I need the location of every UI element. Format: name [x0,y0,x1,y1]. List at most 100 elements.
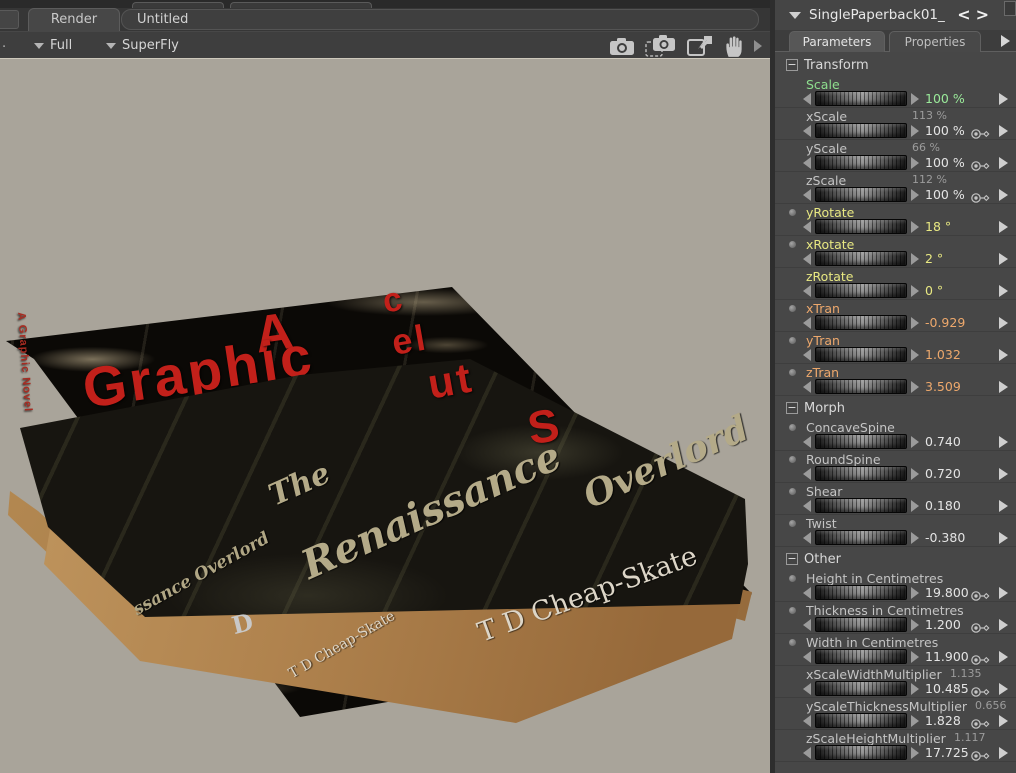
collapse-section-button[interactable]: − [786,59,798,71]
param-value[interactable]: 0.740 [925,434,961,449]
dial-drum[interactable] [815,585,907,600]
animation-dot-indicator[interactable] [789,241,796,248]
dial-increment-arrow[interactable] [911,349,919,361]
renderer-dropdown[interactable]: SuperFly [106,32,179,59]
dial-drum[interactable] [815,434,907,449]
tab-parameters[interactable]: Parameters [789,31,885,52]
dial-increment-arrow[interactable] [911,532,919,544]
param-value[interactable]: 17.725 [925,745,969,760]
dial-increment-arrow[interactable] [911,619,919,631]
param-menu-arrow[interactable] [999,317,1008,329]
dial-increment-arrow[interactable] [911,747,919,759]
param-menu-arrow[interactable] [999,285,1008,297]
dial-decrement-arrow[interactable] [803,381,811,393]
param-menu-arrow[interactable] [999,715,1008,727]
dial-decrement-arrow[interactable] [803,189,811,201]
toolbar-overflow-arrow-icon[interactable] [754,40,762,52]
param-value[interactable]: 10.485 [925,681,969,696]
param-menu-arrow[interactable] [999,253,1008,265]
animation-dot-indicator[interactable] [789,369,796,376]
dial-increment-arrow[interactable] [911,651,919,663]
animation-dot-indicator[interactable] [789,607,796,614]
dial-increment-arrow[interactable] [911,587,919,599]
param-menu-arrow[interactable] [999,436,1008,448]
param-value[interactable]: 11.900 [925,649,969,664]
display-mode-dropdown[interactable]: Full [34,32,72,59]
param-menu-arrow[interactable] [999,189,1008,201]
dial-decrement-arrow[interactable] [803,285,811,297]
param-value[interactable]: 100 % [925,155,965,170]
collapse-section-button[interactable]: − [786,553,798,565]
pan-hand-icon[interactable] [723,34,745,58]
param-value[interactable]: 100 % [925,187,965,202]
dial-decrement-arrow[interactable] [803,651,811,663]
param-menu-arrow[interactable] [999,349,1008,361]
animation-dot-indicator[interactable] [789,305,796,312]
key-link-icon[interactable] [970,747,992,766]
dial-decrement-arrow[interactable] [803,317,811,329]
dial-drum[interactable] [815,713,907,728]
tab-render[interactable]: Render [28,8,120,31]
param-value[interactable]: 1.032 [925,347,961,362]
dial-decrement-arrow[interactable] [803,157,811,169]
dial-decrement-arrow[interactable] [803,532,811,544]
param-value[interactable]: 1.200 [925,617,961,632]
param-value[interactable]: 100 % [925,123,965,138]
dial-increment-arrow[interactable] [911,253,919,265]
param-value[interactable]: 1.828 [925,713,961,728]
param-menu-arrow[interactable] [999,221,1008,233]
dial-increment-arrow[interactable] [911,93,919,105]
dial-drum[interactable] [815,617,907,632]
param-value[interactable]: -0.929 [925,315,965,330]
panel-tabs-overflow-arrow-icon[interactable] [1001,35,1010,47]
left-tab-stub[interactable] [0,10,19,29]
dial-decrement-arrow[interactable] [803,349,811,361]
animation-dot-indicator[interactable] [789,337,796,344]
param-menu-arrow[interactable] [999,500,1008,512]
dial-drum[interactable] [815,466,907,481]
animation-dot-indicator[interactable] [789,456,796,463]
animation-dot-indicator[interactable] [789,209,796,216]
panel-corner-partial-button[interactable] [1004,1,1016,16]
dial-decrement-arrow[interactable] [803,253,811,265]
dial-drum[interactable] [815,379,907,394]
param-menu-arrow[interactable] [999,381,1008,393]
dial-drum[interactable] [815,123,907,138]
dial-decrement-arrow[interactable] [803,221,811,233]
dial-decrement-arrow[interactable] [803,468,811,480]
animation-dot-indicator[interactable] [789,575,796,582]
selected-object-title[interactable]: SinglePaperback01_ [809,7,945,23]
param-menu-arrow[interactable] [999,125,1008,137]
area-render-camera-icon[interactable] [645,34,677,58]
dial-drum[interactable] [815,745,907,760]
param-menu-arrow[interactable] [999,157,1008,169]
dial-drum[interactable] [815,649,907,664]
collapse-caret-icon[interactable] [789,12,801,19]
tab-document-untitled[interactable]: Untitled [121,9,759,30]
dial-increment-arrow[interactable] [911,468,919,480]
dial-drum[interactable] [815,315,907,330]
dial-increment-arrow[interactable] [911,715,919,727]
dial-increment-arrow[interactable] [911,285,919,297]
dial-drum[interactable] [815,498,907,513]
dial-increment-arrow[interactable] [911,381,919,393]
dial-decrement-arrow[interactable] [803,747,811,759]
dial-decrement-arrow[interactable] [803,683,811,695]
param-menu-arrow[interactable] [999,651,1008,663]
animation-dot-indicator[interactable] [789,520,796,527]
dial-increment-arrow[interactable] [911,157,919,169]
param-value[interactable]: 18 ° [925,219,951,234]
param-value[interactable]: 19.800 [925,585,969,600]
param-menu-arrow[interactable] [999,587,1008,599]
dial-drum[interactable] [815,530,907,545]
dial-decrement-arrow[interactable] [803,500,811,512]
param-menu-arrow[interactable] [999,747,1008,759]
tab-properties[interactable]: Properties [889,31,981,52]
param-value[interactable]: 0.180 [925,498,961,513]
param-value[interactable]: 2 ° [925,251,943,266]
dial-increment-arrow[interactable] [911,125,919,137]
dial-increment-arrow[interactable] [911,189,919,201]
prev-object-button[interactable]: < [957,5,975,24]
render-camera-icon[interactable] [608,35,636,57]
dial-drum[interactable] [815,681,907,696]
